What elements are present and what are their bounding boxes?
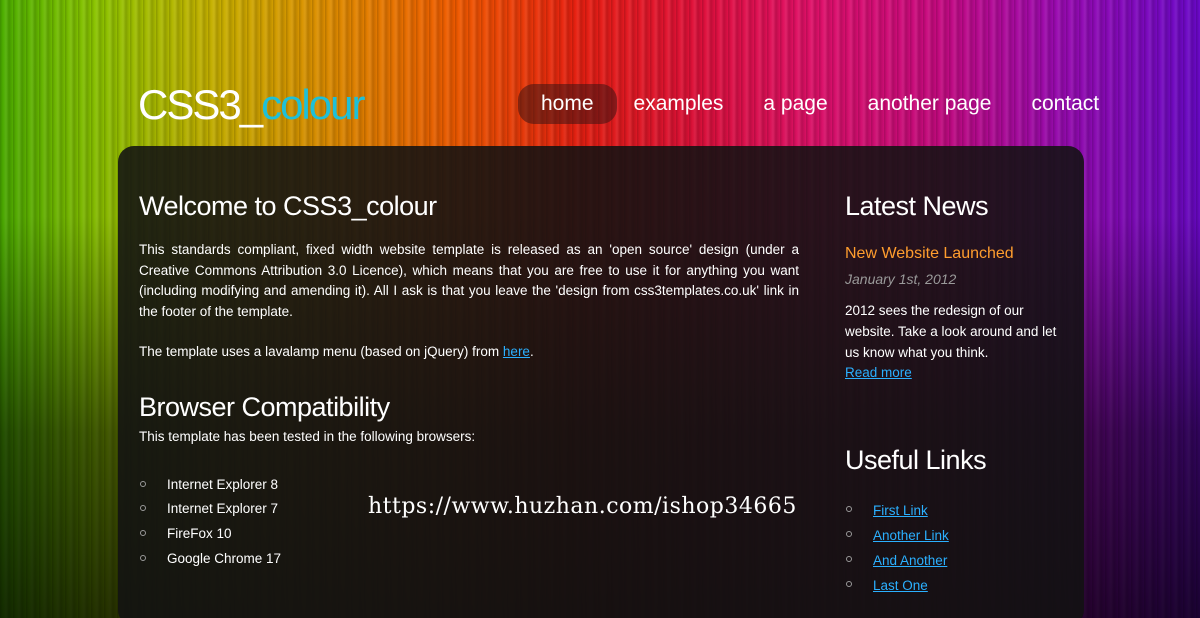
news-text: 2012 sees the redesign of our website. T… [845, 303, 1057, 360]
bullet-icon [140, 480, 146, 487]
logo-main-text: CSS3_ [138, 81, 263, 128]
bullet-icon [846, 531, 852, 538]
main-menu: home examples a page another page contac… [518, 84, 1119, 124]
header: CSS3_colour home examples a page another… [0, 0, 1200, 140]
browser-name: Internet Explorer 7 [167, 501, 279, 517]
and-another-link[interactable]: And Another [873, 553, 947, 568]
list-item: And Another [845, 548, 1060, 573]
compatibility-intro: This template has been tested in the fol… [139, 428, 476, 444]
bullet-icon [140, 505, 146, 512]
site-logo[interactable]: CSS3_colour [138, 80, 365, 130]
bullet-icon [846, 556, 852, 563]
news-headline: New Website Launched [845, 245, 1014, 262]
browser-name: Internet Explorer 8 [167, 476, 279, 492]
menu-item-contact[interactable]: contact [1011, 84, 1119, 124]
last-one-link[interactable]: Last One [873, 578, 928, 593]
menu-item-another-page[interactable]: another page [848, 84, 1012, 124]
another-link[interactable]: Another Link [873, 528, 949, 543]
intro-paragraph: This standards compliant, fixed width we… [139, 242, 799, 319]
list-item: Last One [845, 573, 1060, 598]
page-title: Welcome to CSS3_colour [139, 191, 437, 221]
bullet-icon [846, 581, 852, 588]
menu-item-examples[interactable]: examples [614, 84, 744, 124]
read-more-link[interactable]: Read more [845, 365, 912, 380]
news-date: January 1st, 2012 [845, 271, 957, 287]
lavalamp-end: . [529, 344, 534, 359]
useful-links-list: First Link Another Link And Another Last… [845, 498, 1060, 598]
compatibility-title: Browser Compatibility [139, 391, 390, 422]
news-body: 2012 sees the redesign of our website. T… [845, 301, 1060, 384]
useful-links-title: Useful Links [845, 445, 987, 476]
browser-name: Google Chrome 17 [167, 550, 282, 566]
lavalamp-here-link[interactable]: here [503, 344, 530, 359]
list-item: First Link [845, 498, 1060, 523]
bullet-icon [846, 506, 852, 513]
browser-list: Internet Explorer 8 Internet Explorer 7 … [139, 473, 799, 572]
list-item: Another Link [845, 523, 1060, 548]
menu-item-a-page[interactable]: a page [743, 84, 847, 124]
menu-item-home[interactable]: home [518, 84, 617, 124]
bullet-icon [140, 530, 146, 537]
first-link[interactable]: First Link [873, 503, 928, 518]
content-panel: Welcome to CSS3_colour This standards co… [118, 146, 1084, 618]
logo-accent-text: colour [261, 81, 365, 128]
lavalamp-paragraph: The template uses a lavalamp menu (based… [139, 342, 799, 363]
lavalamp-text: The template uses a lavalamp menu (based… [139, 344, 503, 359]
list-item: Google Chrome 17 [139, 547, 799, 572]
bullet-icon [140, 554, 146, 561]
browser-name: FireFox 10 [167, 526, 232, 542]
list-item: FireFox 10 [139, 522, 799, 547]
watermark-text: https://www.huzhan.com/ishop34665 [368, 494, 797, 519]
latest-news-title: Latest News [845, 191, 989, 221]
sidebar: Latest News New Website Launched January… [845, 186, 1060, 598]
